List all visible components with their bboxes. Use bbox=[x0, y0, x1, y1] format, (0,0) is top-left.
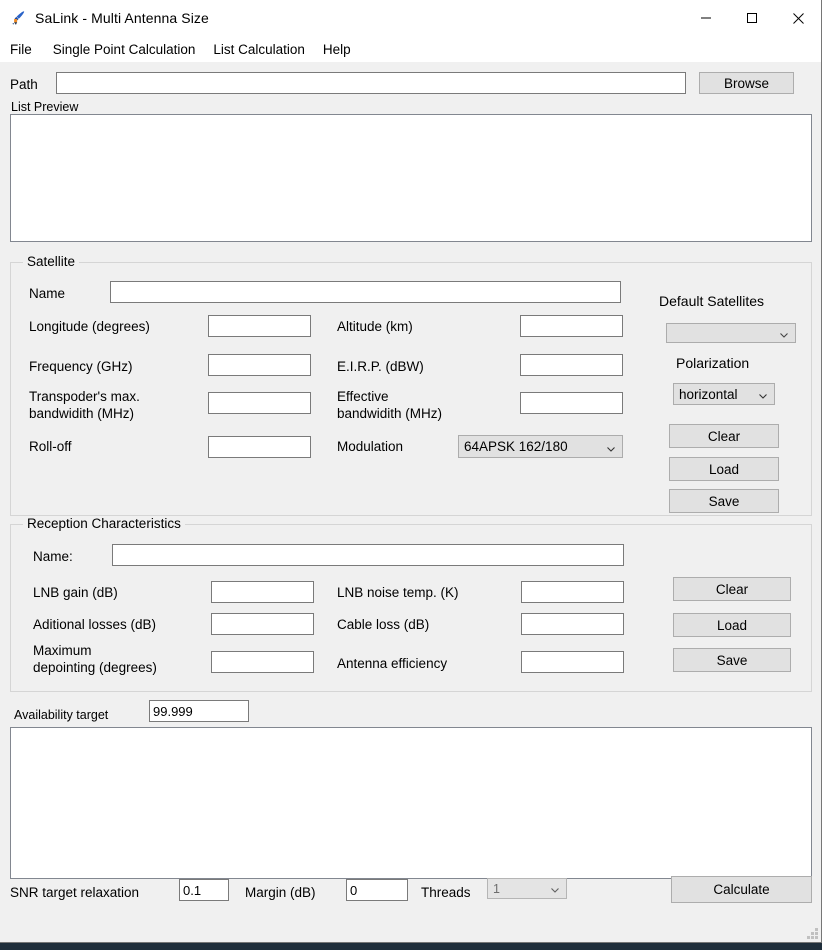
maximum-depointing-label: Maximum depointing (degrees) bbox=[33, 643, 157, 675]
transponder-max-bandwidth-label: Transpoder's max. bandwidith (MHz) bbox=[29, 389, 140, 421]
threads-select[interactable]: 1 bbox=[487, 878, 567, 899]
cable-loss-label: Cable loss (dB) bbox=[337, 617, 430, 632]
altitude-input[interactable] bbox=[520, 315, 623, 337]
effective-bandwidth-input[interactable] bbox=[520, 392, 623, 414]
reception-save-button[interactable]: Save bbox=[673, 648, 791, 672]
reception-clear-button[interactable]: Clear bbox=[673, 577, 791, 601]
antenna-efficiency-input[interactable] bbox=[521, 651, 624, 673]
browse-button[interactable]: Browse bbox=[699, 72, 794, 94]
menu-bar: File Single Point Calculation List Calcu… bbox=[0, 37, 821, 62]
lnb-gain-label: LNB gain (dB) bbox=[33, 585, 118, 600]
default-satellites-label: Default Satellites bbox=[659, 293, 765, 309]
availability-target-label: Availability target bbox=[14, 708, 109, 722]
output-content bbox=[11, 728, 811, 734]
menu-item-help[interactable]: Help bbox=[314, 37, 360, 62]
satellite-name-label: Name bbox=[29, 286, 66, 301]
effective-bandwidth-label: Effective bandwidith (MHz) bbox=[337, 389, 443, 421]
list-preview-content bbox=[11, 115, 811, 121]
availability-target-input[interactable] bbox=[149, 700, 249, 722]
menu-item-single-point-calculation[interactable]: Single Point Calculation bbox=[44, 37, 205, 62]
path-input[interactable] bbox=[56, 72, 686, 94]
threads-label: Threads bbox=[421, 885, 471, 900]
transponder-max-bandwidth-input[interactable] bbox=[208, 392, 311, 414]
frequency-input[interactable] bbox=[208, 354, 311, 376]
satellite-group-title: Satellite bbox=[23, 254, 80, 269]
longitude-input[interactable] bbox=[208, 315, 311, 337]
threads-value: 1 bbox=[493, 881, 500, 896]
output-pane[interactable] bbox=[10, 727, 812, 879]
taskbar-edge bbox=[0, 943, 822, 950]
altitude-label: Altitude (km) bbox=[337, 319, 413, 334]
roll-off-input[interactable] bbox=[208, 436, 311, 458]
eirp-input[interactable] bbox=[520, 354, 623, 376]
polarization-value: horizontal bbox=[679, 386, 738, 402]
window-controls bbox=[683, 0, 821, 37]
eirp-label: E.I.R.P. (dBW) bbox=[337, 359, 424, 374]
default-satellites-select[interactable] bbox=[666, 323, 796, 343]
frequency-label: Frequency (GHz) bbox=[29, 359, 133, 374]
polarization-select[interactable]: horizontal bbox=[673, 383, 775, 405]
resize-grip[interactable] bbox=[806, 927, 818, 939]
polarization-label: Polarization bbox=[676, 355, 750, 371]
cable-loss-input[interactable] bbox=[521, 613, 624, 635]
additional-losses-input[interactable] bbox=[211, 613, 314, 635]
additional-losses-label: Aditional losses (dB) bbox=[33, 617, 157, 632]
chevron-down-icon bbox=[779, 328, 789, 338]
reception-group-title: Reception Characteristics bbox=[23, 516, 185, 531]
lnb-gain-input[interactable] bbox=[211, 581, 314, 603]
list-preview-pane[interactable] bbox=[10, 114, 812, 242]
reception-group: Reception Characteristics Name: LNB gain… bbox=[10, 516, 812, 692]
reception-name-input[interactable] bbox=[112, 544, 624, 566]
margin-input[interactable] bbox=[346, 879, 408, 901]
snr-target-relaxation-label: SNR target relaxation bbox=[10, 885, 140, 900]
margin-label: Margin (dB) bbox=[245, 885, 316, 900]
chevron-down-icon bbox=[606, 442, 616, 452]
lnb-noise-temp-input[interactable] bbox=[521, 581, 624, 603]
path-label: Path bbox=[10, 77, 38, 92]
close-icon[interactable] bbox=[775, 0, 821, 37]
satellite-name-input[interactable] bbox=[110, 281, 621, 303]
maximum-depointing-input[interactable] bbox=[211, 651, 314, 673]
chevron-down-icon bbox=[550, 884, 560, 894]
roll-off-label: Roll-off bbox=[29, 439, 72, 454]
modulation-label: Modulation bbox=[337, 439, 404, 454]
app-window: SaLink - Multi Antenna Size File Single … bbox=[0, 0, 822, 943]
calculate-button[interactable]: Calculate bbox=[671, 876, 812, 903]
maximize-icon[interactable] bbox=[729, 0, 775, 37]
reception-name-label: Name: bbox=[33, 549, 73, 564]
antenna-efficiency-label: Antenna efficiency bbox=[337, 656, 448, 671]
modulation-value: 64APSK 162/180 bbox=[464, 439, 568, 454]
lnb-noise-temp-label: LNB noise temp. (K) bbox=[337, 585, 459, 600]
minimize-icon[interactable] bbox=[683, 0, 729, 37]
satellite-clear-button[interactable]: Clear bbox=[669, 424, 779, 448]
satellite-load-button[interactable]: Load bbox=[669, 457, 779, 481]
menu-item-list-calculation[interactable]: List Calculation bbox=[204, 37, 314, 62]
chevron-down-icon bbox=[758, 389, 768, 399]
window-title: SaLink - Multi Antenna Size bbox=[35, 10, 209, 26]
longitude-label: Longitude (degrees) bbox=[29, 319, 150, 334]
client-area: Path Browse List Preview Satellite Name … bbox=[0, 62, 821, 942]
modulation-select[interactable]: 64APSK 162/180 bbox=[458, 435, 623, 458]
snr-target-relaxation-input[interactable] bbox=[179, 879, 229, 901]
satellite-save-button[interactable]: Save bbox=[669, 489, 779, 513]
menu-item-file[interactable]: File bbox=[10, 37, 44, 62]
title-bar: SaLink - Multi Antenna Size bbox=[0, 0, 821, 37]
reception-load-button[interactable]: Load bbox=[673, 613, 791, 637]
satellite-group: Satellite Name Longitude (degrees) Frequ… bbox=[10, 254, 812, 516]
rocket-icon bbox=[10, 10, 26, 26]
